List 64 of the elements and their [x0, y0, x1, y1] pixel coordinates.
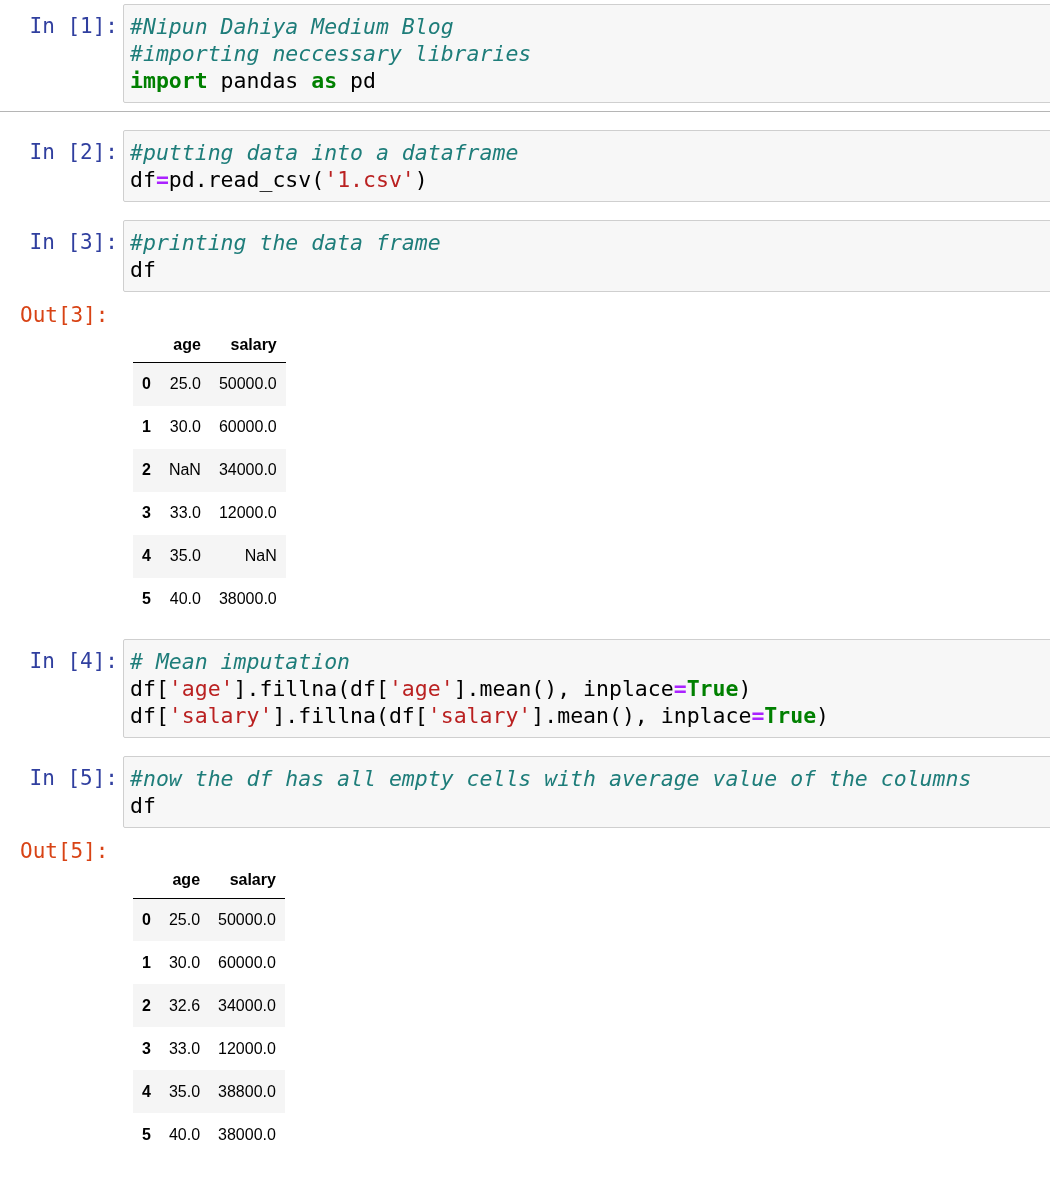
row-index: 5 — [133, 577, 160, 621]
table-cell: 25.0 — [159, 362, 210, 406]
output-prompt: Out[3]: — [19, 303, 109, 327]
output-prompt: Out[5]: — [19, 838, 109, 863]
table-cell: 12000.0 — [209, 1027, 285, 1070]
row-index: 4 — [133, 1070, 160, 1113]
table-cell: 38000.0 — [209, 577, 286, 621]
code-cell[interactable]: #printing the data frame df — [123, 220, 1050, 292]
table-cell: 30.0 — [159, 405, 210, 449]
column-header: salary — [209, 862, 285, 898]
row-index: 5 — [133, 1113, 160, 1156]
table-cell: 12000.0 — [209, 491, 286, 535]
table-cell: 30.0 — [159, 941, 210, 984]
table-cell: NaN — [159, 448, 210, 492]
row-index: 0 — [133, 898, 160, 941]
table-cell: 38800.0 — [209, 1070, 285, 1113]
table-cell: 38000.0 — [209, 1113, 285, 1156]
input-prompt: In [2]: — [28, 139, 119, 166]
code-cell[interactable]: # Mean imputation df['age'].fillna(df['age'].mean(), inplace=True) df['salary'].fillna(df['salary'].mean(), inplace=True) — [123, 638, 1050, 738]
table-cell: 35.0 — [159, 1070, 210, 1113]
code-line: #putting data into a dataframe — [130, 139, 520, 166]
table-cell: 60000.0 — [209, 941, 285, 984]
table-cell: 50000.0 — [209, 362, 286, 406]
table-cell: 50000.0 — [209, 898, 285, 941]
code-line: df['salary'].fillna(df['salary'].mean(), inplace=True) — [130, 701, 831, 729]
column-header: age — [159, 862, 210, 898]
table-cell: 34000.0 — [209, 984, 285, 1027]
code-line: #printing the data frame — [130, 229, 442, 256]
code-line: #Nipun Dahiya Medium Blog — [130, 13, 455, 40]
code-line: df['age'].fillna(df['age'].mean(), inplace=True) — [130, 674, 753, 702]
code-line: # Mean imputation — [130, 647, 352, 675]
row-index: 3 — [133, 1027, 160, 1070]
input-prompt: In [3]: — [28, 229, 119, 256]
table-cell: 33.0 — [159, 1027, 210, 1070]
row-index: 1 — [133, 941, 160, 984]
input-prompt: In [5]: — [28, 764, 119, 792]
table-cell: 25.0 — [159, 898, 210, 941]
table-cell: 33.0 — [159, 491, 210, 535]
column-header: salary — [209, 327, 286, 363]
row-index: 2 — [133, 984, 160, 1027]
input-prompt: In [1]: — [28, 13, 119, 40]
code-line: df — [130, 256, 157, 283]
code-line: df — [130, 791, 157, 819]
code-cell[interactable]: #putting data into a dataframe df=pd.read_csv('1.csv') — [123, 130, 1050, 202]
row-index: 0 — [133, 362, 160, 406]
code-line: #importing neccessary libraries — [130, 40, 533, 67]
row-index: 3 — [133, 491, 160, 535]
code-cell[interactable]: #Nipun Dahiya Medium Blog #importing neccessary libraries import pandas as pd — [123, 4, 1050, 103]
table-cell: 40.0 — [159, 1113, 210, 1156]
table-cell: NaN — [209, 534, 286, 578]
table-cell: 35.0 — [159, 534, 210, 578]
code-cell[interactable]: #now the df has all empty cells with average value of the columns df — [123, 755, 1050, 828]
input-prompt: In [4]: — [28, 647, 119, 675]
table-cell: 32.6 — [159, 984, 210, 1027]
code-line: #now the df has all empty cells with average value of the columns — [130, 764, 973, 792]
row-index: 2 — [133, 448, 160, 492]
code-line: df=pd.read_csv('1.csv') — [130, 166, 429, 193]
table-cell: 60000.0 — [209, 405, 286, 449]
table-cell: 40.0 — [159, 577, 210, 621]
code-line: import pandas as pd — [130, 67, 377, 94]
row-index: 1 — [133, 405, 160, 449]
column-header: age — [159, 327, 210, 363]
table-cell: 34000.0 — [209, 448, 286, 492]
row-index: 4 — [133, 534, 160, 578]
